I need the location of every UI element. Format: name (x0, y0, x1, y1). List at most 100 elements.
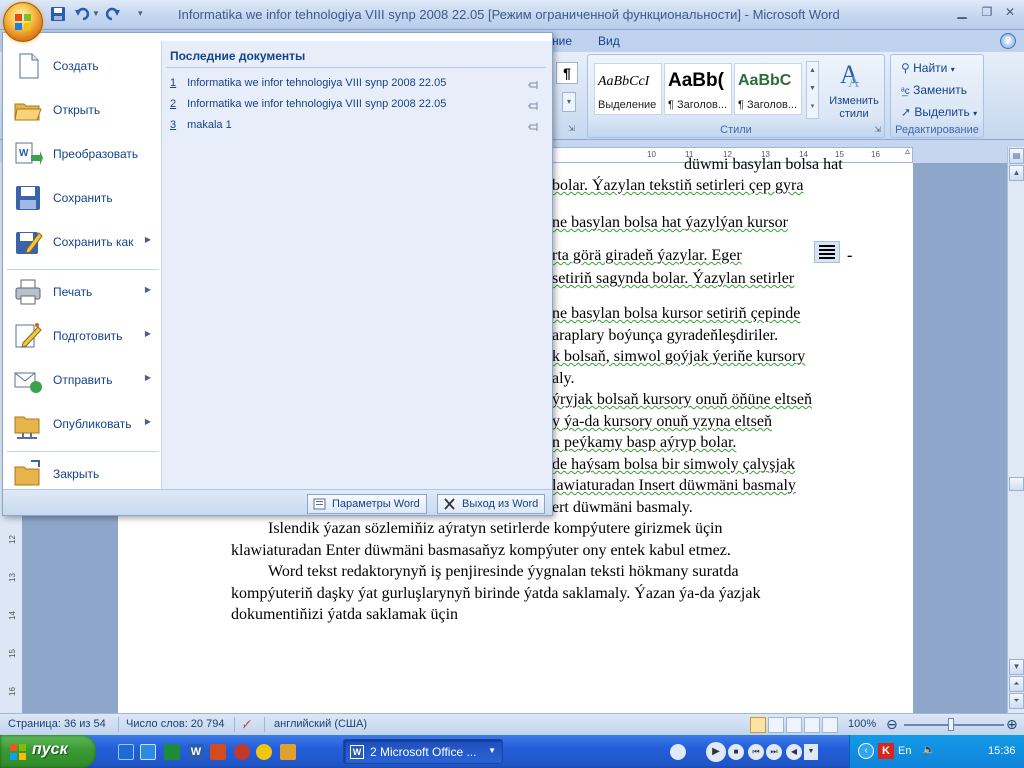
submenu-arrow-icon: ▶ (144, 285, 151, 294)
right-indent-marker[interactable]: ▵ (905, 146, 910, 157)
menu-prepare[interactable]: Подготовить ▶ (7, 315, 159, 357)
menu-publish[interactable]: Опубликовать ▶ (7, 403, 159, 445)
word-icon[interactable]: W (188, 744, 204, 760)
outlook-express-icon[interactable] (140, 744, 156, 760)
style-tile-emphasis[interactable]: AaBbCcI Выделение (594, 63, 662, 115)
replace-button[interactable]: ᵃ̲c Заменить (901, 83, 967, 97)
media-forward-icon[interactable]: ⏭ (766, 744, 782, 760)
restore-button[interactable]: ❐ (977, 5, 997, 23)
vertical-scrollbar[interactable]: ▤ ▲ ▼ ⏶ ⏷ (1007, 147, 1024, 713)
media-prev-icon[interactable] (670, 744, 686, 760)
media-player-icon[interactable] (234, 744, 250, 760)
recent-document-item[interactable]: 2 Informatika we infor tehnologiya VIII … (170, 98, 540, 116)
media-volume-icon[interactable]: ◀ (786, 744, 802, 760)
align-justify-icon (814, 241, 840, 263)
save-icon[interactable] (50, 6, 68, 24)
spelling-check-icon[interactable]: ✓̸ (242, 718, 251, 731)
scroll-down-button[interactable]: ▼ (1009, 659, 1024, 675)
menu-save-as[interactable]: Сохранить как ▶ (7, 221, 159, 263)
style-tile-heading-1[interactable]: AaBb( ¶ Заголов... (664, 63, 732, 115)
draft-view-icon[interactable] (822, 717, 838, 733)
customize-qat-icon[interactable]: ▾ (138, 8, 156, 26)
style-tile-heading-2[interactable]: AaBbC ¶ Заголов... (734, 63, 802, 115)
print-layout-view-icon[interactable] (750, 717, 766, 733)
redo-icon[interactable] (105, 6, 123, 24)
media-play-icon[interactable]: ▶ (706, 742, 726, 762)
start-button[interactable]: пуск (0, 735, 96, 768)
word-task-icon: W (350, 745, 364, 759)
web-layout-icon[interactable] (786, 717, 802, 733)
replace-icon: ᵃ̲c (901, 86, 910, 97)
word-count[interactable]: Число слов: 20 794 (126, 718, 224, 730)
menu-send[interactable]: Отправить ▶ (7, 359, 159, 401)
menu-print[interactable]: Печать ▶ (7, 271, 159, 313)
office-button[interactable] (3, 2, 43, 42)
menu-open[interactable]: Открыть (7, 89, 159, 131)
utility-icon[interactable] (280, 744, 296, 760)
menu-save[interactable]: Сохранить (7, 177, 159, 219)
media-back-icon[interactable]: ⏮ (748, 744, 764, 760)
paragraph-launcher-icon[interactable]: ⇲ (568, 124, 575, 133)
minimize-button[interactable]: ▁ (952, 5, 972, 23)
convert-icon: W (15, 142, 43, 165)
excel-icon[interactable] (164, 744, 180, 760)
vruler-tick: 14 (7, 611, 17, 620)
find-button[interactable]: ⚲ Найти ▾ (901, 61, 955, 75)
select-button[interactable]: ➚ Выделить ▾ (901, 105, 977, 119)
styles-group-label: Стили (720, 124, 752, 136)
page-count[interactable]: Страница: 36 из 54 (8, 718, 106, 730)
undo-icon[interactable] (74, 6, 92, 24)
ruler-toggle-icon[interactable]: ▤ (1009, 148, 1024, 164)
styles-launcher-icon[interactable]: ⇲ (874, 125, 881, 134)
full-screen-reading-icon[interactable] (768, 717, 784, 733)
scroll-thumb[interactable] (1009, 477, 1024, 491)
menu-convert[interactable]: W Преобразовать (7, 133, 159, 175)
cursor-arrow-icon: ➚ (901, 105, 912, 119)
word-options-button[interactable]: Параметры Word (307, 494, 427, 514)
pin-icon[interactable] (528, 122, 540, 132)
styles-scroll[interactable]: ▲ ▼ ▾ (806, 61, 819, 119)
close-icon (444, 498, 455, 510)
messenger-icon[interactable] (256, 744, 272, 760)
menu-commands: Создать Открыть W Преобразовать Сохранит… (3, 41, 161, 489)
close-button[interactable]: ✕ (1000, 5, 1020, 23)
next-page-button[interactable]: ⏷ (1009, 693, 1024, 709)
recent-document-item[interactable]: 1 Informatika we infor tehnologiya VIII … (170, 77, 540, 95)
help-icon[interactable]: ? (1000, 33, 1016, 49)
language-indicator[interactable]: английский (США) (274, 718, 367, 730)
antivirus-icon[interactable]: K (878, 743, 894, 759)
media-stop-icon[interactable]: ■ (728, 744, 744, 760)
internet-explorer-icon[interactable] (118, 744, 134, 760)
close-folder-icon (14, 460, 40, 486)
exit-word-button[interactable]: Выход из Word (437, 494, 546, 514)
tab-references-partial[interactable]: ние (552, 34, 572, 48)
media-menu-icon[interactable]: ▼ (804, 744, 818, 760)
zoom-in-button[interactable]: ⊕ (1006, 716, 1018, 733)
change-styles-button[interactable]: AA Изменить стили (824, 59, 882, 121)
powerpoint-icon[interactable] (210, 744, 226, 760)
prev-page-button[interactable]: ⏶ (1009, 676, 1024, 692)
pin-icon[interactable] (528, 80, 540, 90)
outline-view-icon[interactable] (804, 717, 820, 733)
editing-group-label: Редактирование (895, 124, 979, 136)
task-button-word[interactable]: W 2 Microsoft Office ... ▼ (343, 739, 503, 764)
recent-document-item[interactable]: 3 makala 1 (170, 119, 540, 137)
doc-line: klawiaturadan Enter düwmäni basmasaňyz k… (231, 542, 731, 559)
zoom-level[interactable]: 100% (848, 718, 876, 730)
show-marks-button[interactable]: ¶ (556, 62, 578, 84)
line-spacing-dropdown[interactable]: ▾ (562, 92, 576, 112)
keyboard-layout[interactable]: En (898, 745, 911, 757)
zoom-out-button[interactable]: ⊖ (886, 716, 898, 733)
doc-line: aly. (552, 370, 575, 387)
vruler-tick: 16 (7, 687, 17, 696)
doc-line: ne basylan bolsa kursor setiriň çepinde (552, 305, 801, 322)
menu-new[interactable]: Создать (7, 45, 159, 87)
zoom-slider-thumb[interactable] (948, 718, 954, 731)
scroll-up-button[interactable]: ▲ (1009, 165, 1024, 181)
pin-icon[interactable] (528, 101, 540, 111)
tray-expand-icon[interactable]: ‹ (858, 743, 874, 759)
binoculars-icon: ⚲ (901, 61, 910, 75)
tab-view[interactable]: Вид (598, 34, 620, 48)
speaker-icon[interactable]: 🔈 (922, 743, 936, 757)
zoom-slider[interactable] (904, 724, 1004, 726)
